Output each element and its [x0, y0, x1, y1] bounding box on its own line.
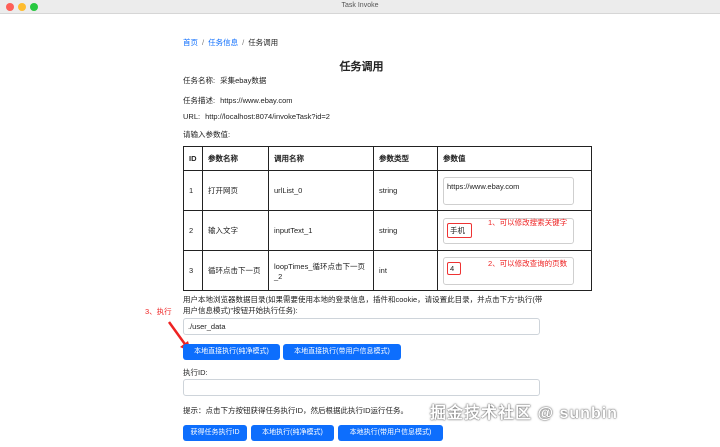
hint-text: 提示：点击下方按钮获得任务执行ID，然后根据此执行ID运行任务。 — [183, 406, 408, 415]
breadcrumb-home-link[interactable]: 首页 — [183, 38, 198, 47]
cell-id: 3 — [183, 250, 203, 291]
highlight-frame: 4 — [447, 261, 462, 275]
table-header-row: ID 参数名称 调用名称 参数类型 参数值 — [183, 146, 592, 171]
header-param-type: 参数类型 — [373, 146, 438, 171]
param-prompt: 请输入参数值: — [183, 130, 231, 139]
task-url-value: http://localhost:8074/invokeTask?id=2 — [205, 112, 330, 121]
task-name-value: 采集ebay数据 — [220, 76, 267, 85]
param-value-text: https://www.ebay.com — [447, 181, 520, 191]
cell-param-type: string — [373, 170, 438, 211]
breadcrumb-task-info-link[interactable]: 任务信息 — [208, 38, 238, 47]
cell-id: 1 — [183, 170, 203, 211]
task-name-line: 任务名称: 采集ebay数据 — [183, 75, 266, 86]
direct-execute-clean-button[interactable]: 本地直接执行(纯净模式) — [183, 344, 280, 360]
annotation-execute: 3、执行 — [145, 307, 172, 316]
header-call-name: 调用名称 — [268, 146, 374, 171]
param-value-input-url[interactable]: https://www.ebay.com — [443, 176, 574, 205]
cell-param-name: 输入文字 — [202, 210, 269, 251]
cell-call-name: urlList_0 — [268, 170, 374, 211]
cell-param-value: 4 — [437, 250, 592, 291]
direct-execute-user-button[interactable]: 本地直接执行(带用户信息模式) — [283, 344, 401, 360]
browser-dir-description: 用户本地浏览器数据目录(如果需要使用本地的登录信息，插件和cookie，请设置此… — [183, 295, 543, 315]
get-exec-id-button[interactable]: 获得任务执行ID — [183, 425, 247, 441]
task-name-label: 任务名称: — [183, 76, 216, 85]
cell-param-name: 循环点击下一页 — [202, 250, 269, 291]
task-desc-line: 任务描述: https://www.ebay.com — [183, 95, 292, 106]
header-param-name: 参数名称 — [202, 146, 269, 171]
page-title: 任务调用 — [339, 61, 384, 73]
cell-call-name: loopTimes_循环点击下一页_2 — [268, 250, 374, 291]
breadcrumb-current: 任务调用 — [248, 38, 279, 47]
browser-dir-input[interactable]: ./user_data — [183, 318, 540, 335]
execute-user-button[interactable]: 本地执行(带用户信息模式) — [338, 425, 443, 441]
cell-param-type: string — [373, 210, 438, 251]
cell-param-value: https://www.ebay.com — [437, 170, 592, 211]
cell-param-name: 打开网页 — [202, 170, 269, 211]
header-param-value: 参数值 — [437, 146, 592, 171]
param-value-text: 4 — [450, 263, 455, 273]
cell-id: 2 — [183, 210, 203, 251]
breadcrumb-separator: / — [202, 38, 205, 47]
breadcrumb: 首页 / 任务信息 / 任务调用 — [183, 37, 278, 48]
cell-param-type: int — [373, 250, 438, 291]
window-title: Task Invoke — [341, 2, 379, 9]
table-row: 3 循环点击下一页 loopTimes_循环点击下一页_2 int 4 — [183, 250, 592, 291]
highlight-frame: 手机 — [447, 222, 473, 238]
exec-id-label: 执行ID: — [183, 368, 208, 377]
task-url-line: URL: http://localhost:8074/invokeTask?id=… — [183, 112, 330, 121]
task-desc-value: https://www.ebay.com — [220, 96, 293, 105]
header-id: ID — [183, 146, 203, 171]
execute-clean-button[interactable]: 本地执行(纯净模式) — [251, 425, 334, 441]
window-titlebar: Task Invoke — [0, 0, 720, 14]
cell-call-name: inputText_1 — [268, 210, 374, 251]
table-row: 1 打开网页 urlList_0 string https://www.ebay… — [183, 170, 592, 211]
task-url-label: URL: — [183, 112, 201, 121]
param-value-text: 手机 — [450, 225, 465, 235]
watermark: 掘金技术社区 @ sunbin — [430, 405, 618, 422]
breadcrumb-separator: / — [242, 38, 245, 47]
annotation-pages: 2、可以修改查询的页数 — [488, 259, 568, 268]
task-desc-label: 任务描述: — [183, 96, 216, 105]
annotation-keyword: 1、可以修改搜索关键字 — [488, 218, 568, 227]
exec-id-input[interactable] — [183, 379, 540, 396]
